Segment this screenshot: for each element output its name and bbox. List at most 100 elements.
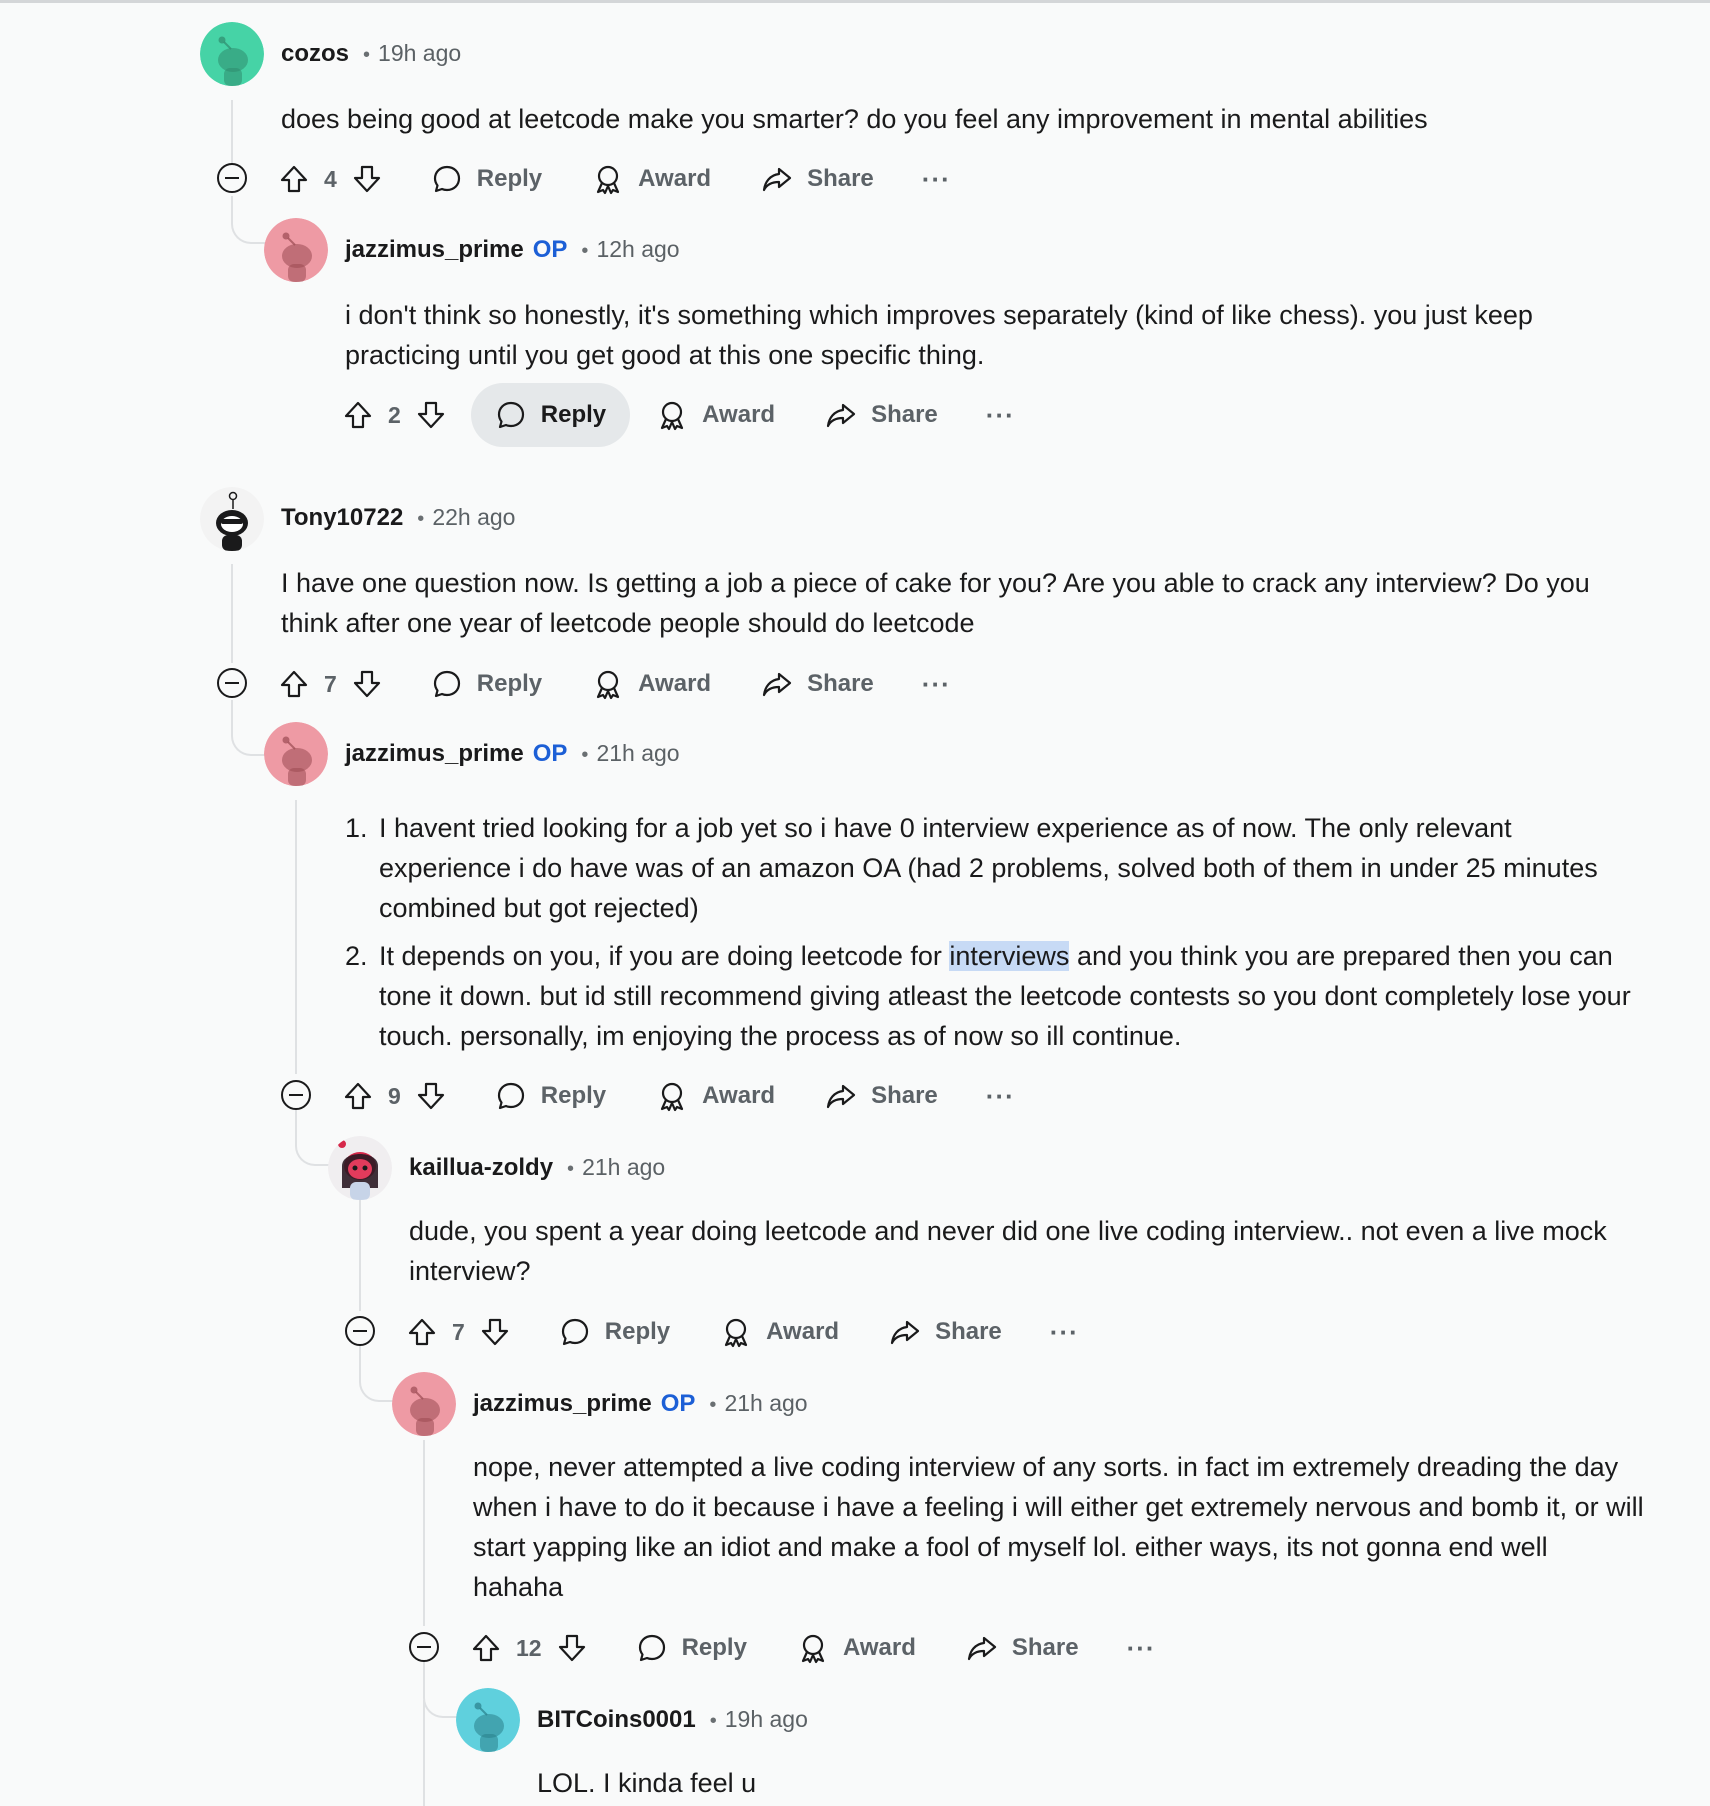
comment-meta: jazzimus_prime OP • 12h ago xyxy=(345,236,680,264)
avatar[interactable] xyxy=(456,1688,520,1752)
reply-button[interactable]: Reply xyxy=(470,383,631,447)
username[interactable]: jazzimus_prime xyxy=(473,1390,652,1418)
timestamp[interactable]: 21h ago xyxy=(724,1390,807,1417)
share-button[interactable]: Share xyxy=(737,652,898,716)
upvote-icon[interactable] xyxy=(342,1080,374,1112)
avatar[interactable] xyxy=(200,487,264,551)
share-icon xyxy=(890,1320,920,1345)
downvote-icon[interactable] xyxy=(415,1080,447,1112)
upvote-icon[interactable] xyxy=(278,668,310,700)
comment-text: does being good at leetcode make you sma… xyxy=(281,104,1428,134)
share-button[interactable]: Share xyxy=(942,1616,1103,1680)
timestamp[interactable]: 21h ago xyxy=(596,740,679,767)
share-button[interactable]: Share xyxy=(801,1064,962,1128)
avatar[interactable] xyxy=(328,1136,392,1200)
downvote-icon[interactable] xyxy=(415,399,447,431)
avatar[interactable] xyxy=(264,218,328,282)
downvote-icon[interactable] xyxy=(556,1632,588,1664)
ordered-list: I havent tried looking for a job yet so … xyxy=(345,808,1645,1056)
comment-meta: BITCoins0001 • 19h ago xyxy=(537,1706,808,1734)
comment-body: dude, you spent a year doing leetcode an… xyxy=(409,1211,1645,1291)
award-button[interactable]: Award xyxy=(568,147,735,211)
more-options-icon[interactable]: ··· xyxy=(900,166,973,192)
username[interactable]: jazzimus_prime xyxy=(345,236,524,264)
downvote-icon[interactable] xyxy=(479,1316,511,1348)
more-options-icon[interactable]: ··· xyxy=(1105,1635,1178,1661)
avatar[interactable] xyxy=(200,22,264,86)
share-label: Share xyxy=(935,1318,1002,1345)
share-icon xyxy=(762,672,792,697)
reply-button[interactable]: Reply xyxy=(407,147,566,211)
award-button[interactable]: Award xyxy=(632,383,799,447)
collapse-thread-button[interactable] xyxy=(281,1080,311,1110)
avatar[interactable] xyxy=(264,722,328,786)
share-label: Share xyxy=(871,1082,938,1109)
timestamp[interactable]: 19h ago xyxy=(725,1706,808,1733)
share-icon xyxy=(826,403,856,428)
more-options-icon[interactable]: ··· xyxy=(1028,1319,1101,1345)
collapse-thread-button[interactable] xyxy=(217,668,247,698)
vote-count: 9 xyxy=(388,1082,401,1109)
comment-meta: Tony10722 • 22h ago xyxy=(281,504,515,532)
comment-text: i don't think so honestly, it's somethin… xyxy=(345,300,1533,370)
separator-dot: • xyxy=(581,240,589,262)
reply-button[interactable]: Reply xyxy=(612,1616,771,1680)
reply-label: Reply xyxy=(540,401,607,428)
username[interactable]: cozos xyxy=(281,40,349,68)
separator-dot: • xyxy=(581,744,589,766)
reply-button[interactable]: Reply xyxy=(535,1300,694,1364)
thread-line xyxy=(231,100,233,164)
thread-curve xyxy=(231,196,265,244)
collapse-thread-button[interactable] xyxy=(217,163,247,193)
timestamp[interactable]: 12h ago xyxy=(596,236,679,263)
comment-body: I havent tried looking for a job yet so … xyxy=(345,808,1645,1064)
collapse-thread-button[interactable] xyxy=(409,1632,439,1662)
op-badge: OP xyxy=(532,236,568,263)
share-label: Share xyxy=(1011,1634,1079,1661)
share-button[interactable]: Share xyxy=(737,147,898,211)
comment-actions: 7 Reply Award Share ··· xyxy=(278,652,973,716)
reply-button[interactable]: Reply xyxy=(407,652,566,716)
share-button[interactable]: Share xyxy=(865,1300,1026,1364)
reply-label: Reply xyxy=(476,165,543,192)
snoo-avatar-icon xyxy=(392,1372,456,1436)
collapse-thread-button[interactable] xyxy=(345,1316,375,1346)
timestamp[interactable]: 22h ago xyxy=(432,504,515,531)
award-button[interactable]: Award xyxy=(568,652,735,716)
username[interactable]: Tony10722 xyxy=(281,504,403,532)
comment-actions: 4 Reply Award Share ··· xyxy=(278,147,973,211)
username[interactable]: BITCoins0001 xyxy=(537,1706,696,1734)
upvote-icon[interactable] xyxy=(470,1632,502,1664)
snoo-avatar-icon xyxy=(264,722,328,786)
upvote-icon[interactable] xyxy=(342,399,374,431)
more-options-icon[interactable]: ··· xyxy=(964,1083,1037,1109)
comment-text: dude, you spent a year doing leetcode an… xyxy=(409,1216,1607,1286)
award-button[interactable]: Award xyxy=(773,1616,940,1680)
reply-button[interactable]: Reply xyxy=(471,1064,630,1128)
award-icon xyxy=(661,1082,684,1112)
vote-control: 9 xyxy=(342,1080,447,1112)
highlighted-text: interviews xyxy=(949,941,1070,971)
downvote-icon[interactable] xyxy=(351,163,383,195)
thread-curve xyxy=(359,1346,393,1402)
thread-line xyxy=(231,564,233,663)
award-icon xyxy=(725,1318,748,1348)
avatar[interactable] xyxy=(392,1372,456,1436)
list-item: It depends on you, if you are doing leet… xyxy=(375,936,1645,1056)
timestamp[interactable]: 19h ago xyxy=(378,40,461,67)
downvote-icon[interactable] xyxy=(351,668,383,700)
snoo-avatar-icon xyxy=(200,22,264,86)
username[interactable]: jazzimus_prime xyxy=(345,740,524,768)
more-options-icon[interactable]: ··· xyxy=(900,671,973,697)
username[interactable]: kaillua-zoldy xyxy=(409,1154,553,1182)
more-options-icon[interactable]: ··· xyxy=(964,402,1037,428)
award-button[interactable]: Award xyxy=(696,1300,863,1364)
upvote-icon[interactable] xyxy=(406,1316,438,1348)
op-badge: OP xyxy=(660,1390,696,1417)
vote-control: 2 xyxy=(342,399,447,431)
award-button[interactable]: Award xyxy=(632,1064,799,1128)
share-button[interactable]: Share xyxy=(801,383,962,447)
timestamp[interactable]: 21h ago xyxy=(582,1154,665,1181)
upvote-icon[interactable] xyxy=(278,163,310,195)
snoo-avatar-icon xyxy=(264,218,328,282)
